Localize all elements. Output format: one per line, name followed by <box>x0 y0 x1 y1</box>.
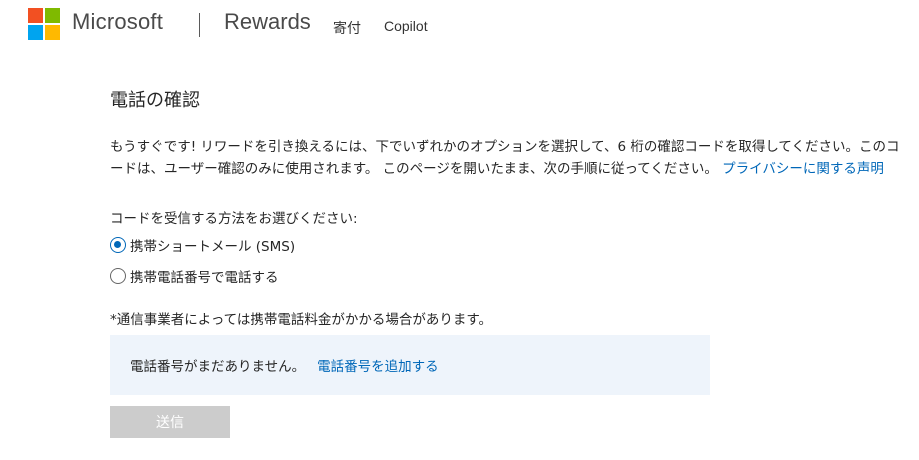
option-sms-label: 携帯ショートメール (SMS) <box>130 239 296 255</box>
choose-method-label: コードを受信する方法をお選びください: <box>110 211 358 227</box>
site-header: Microsoft Rewards 寄付 Copilot <box>0 0 919 50</box>
nav-copilot-link[interactable]: Copilot <box>384 18 428 34</box>
radio-call[interactable] <box>110 268 126 284</box>
no-phone-info-box: 電話番号がまだありません。 電話番号を追加する <box>110 335 710 395</box>
no-phone-text: 電話番号がまだありません。 <box>130 359 306 375</box>
option-call-label: 携帯電話番号で電話する <box>130 270 279 286</box>
product-name[interactable]: Rewards <box>224 9 311 35</box>
header-divider <box>199 13 200 37</box>
nav-donate-link[interactable]: 寄付 <box>333 18 361 38</box>
brand-name[interactable]: Microsoft <box>72 9 163 35</box>
option-sms[interactable]: 携帯ショートメール (SMS) <box>110 235 295 255</box>
carrier-note: *通信事業者によっては携帯電話料金がかかる場合があります。 <box>110 312 493 328</box>
page-title: 電話の確認 <box>110 90 200 111</box>
radio-sms[interactable] <box>110 237 126 253</box>
submit-button[interactable]: 送信 <box>110 406 230 438</box>
privacy-link[interactable]: プライバシーに関する声明 <box>722 161 884 177</box>
option-call[interactable]: 携帯電話番号で電話する <box>110 266 279 286</box>
microsoft-logo-icon[interactable] <box>28 8 60 40</box>
verification-panel: 電話の確認 もうすぐです! リワードを引き換えるには、下でいずれかのオプションを… <box>110 86 900 438</box>
add-phone-link[interactable]: 電話番号を追加する <box>317 355 439 375</box>
description-text: もうすぐです! リワードを引き換えるには、下でいずれかのオプションを選択して、6… <box>110 136 900 180</box>
